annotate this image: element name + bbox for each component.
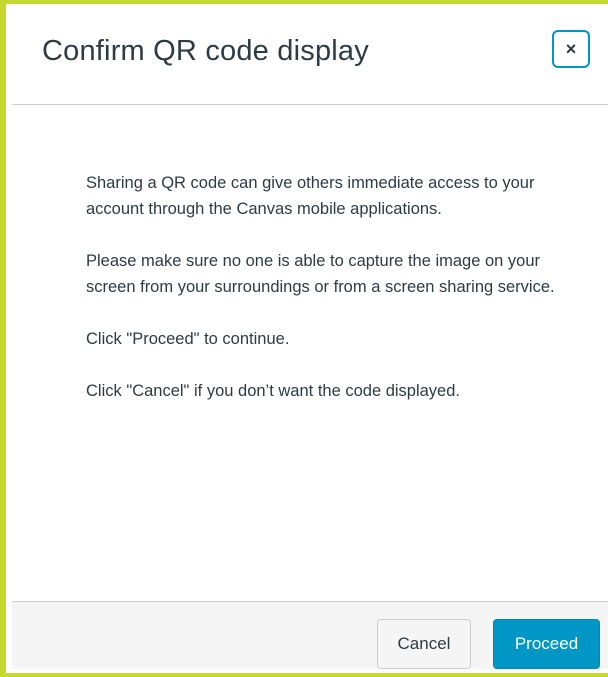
- proceed-instruction: Click "Proceed" to continue.: [86, 330, 290, 348]
- confirm-qr-dialog: Confirm QR code display × Sharing a QR c…: [0, 0, 608, 677]
- close-icon: ×: [565, 39, 577, 59]
- proceed-button[interactable]: Proceed: [493, 619, 600, 669]
- caution-paragraph: Please make sure no one is able to captu…: [86, 252, 555, 296]
- dialog-body: Sharing a QR code can give others immedi…: [86, 170, 556, 430]
- cancel-instruction: Click "Cancel" if you don’t want the cod…: [86, 382, 460, 400]
- warning-paragraph: Sharing a QR code can give others immedi…: [86, 174, 535, 218]
- cancel-button[interactable]: Cancel: [377, 619, 471, 669]
- dialog-footer: Cancel Proceed: [12, 601, 608, 669]
- dialog-title: Confirm QR code display: [42, 35, 369, 67]
- close-button[interactable]: ×: [552, 30, 590, 68]
- dialog-header: Confirm QR code display ×: [12, 8, 608, 105]
